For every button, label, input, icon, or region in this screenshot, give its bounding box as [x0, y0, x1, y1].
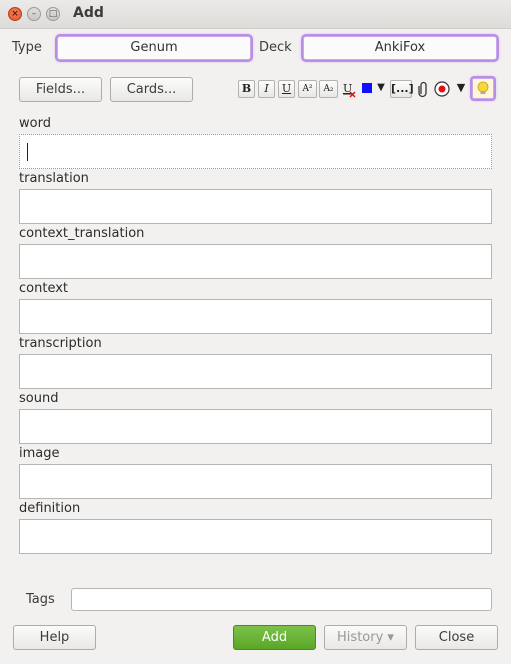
record-icon: [434, 81, 450, 97]
field-label-word: word: [19, 116, 51, 131]
more-options-arrow[interactable]: ▼: [454, 80, 468, 98]
text-color-swatch: [362, 83, 372, 93]
field-label-context-translation: context_translation: [19, 226, 145, 241]
field-definition-input[interactable]: [19, 519, 492, 554]
italic-button[interactable]: I: [258, 80, 275, 98]
attach-button[interactable]: [414, 80, 432, 98]
clear-formatting-button[interactable]: U: [340, 80, 358, 98]
cloze-button[interactable]: [...]: [390, 80, 414, 98]
hint-button[interactable]: [472, 78, 494, 99]
fields-button[interactable]: Fields...: [19, 77, 102, 102]
field-translation-input[interactable]: [19, 189, 492, 224]
field-label-sound: sound: [19, 391, 59, 406]
field-label-translation: translation: [19, 171, 89, 186]
text-caret: [27, 143, 28, 161]
field-label-transcription: transcription: [19, 336, 102, 351]
deck-label: Deck: [259, 40, 292, 55]
tags-label: Tags: [26, 592, 55, 607]
superscript-button[interactable]: A²: [298, 80, 317, 98]
help-button[interactable]: Help: [13, 625, 96, 650]
lightbulb-icon: [477, 81, 489, 94]
field-word-input[interactable]: [19, 134, 492, 169]
color-dropdown-arrow[interactable]: ▼: [375, 80, 387, 98]
paperclip-icon: [418, 81, 427, 98]
field-label-definition: definition: [19, 501, 81, 516]
field-label-context: context: [19, 281, 68, 296]
title-bar: × – □ Add: [0, 0, 511, 29]
window-maximize-button[interactable]: □: [46, 7, 60, 21]
field-context-translation-input[interactable]: [19, 244, 492, 279]
clear-formatting-icon: U: [343, 82, 356, 98]
cards-button[interactable]: Cards...: [110, 77, 193, 102]
add-button[interactable]: Add: [233, 625, 316, 650]
window-close-button[interactable]: ×: [8, 7, 22, 21]
field-context-input[interactable]: [19, 299, 492, 334]
history-button[interactable]: History ▾: [324, 625, 407, 650]
field-label-image: image: [19, 446, 60, 461]
underline-button[interactable]: U: [278, 80, 295, 98]
field-transcription-input[interactable]: [19, 354, 492, 389]
field-image-input[interactable]: [19, 464, 492, 499]
bold-button[interactable]: B: [238, 80, 255, 98]
record-audio-button[interactable]: [433, 80, 451, 98]
deck-chooser[interactable]: AnkiFox: [303, 36, 497, 60]
window-title: Add: [73, 5, 104, 21]
field-sound-input[interactable]: [19, 409, 492, 444]
type-label: Type: [12, 40, 42, 55]
text-color-button[interactable]: [360, 80, 374, 98]
tags-input[interactable]: [71, 588, 492, 611]
window-minimize-button[interactable]: –: [27, 7, 41, 21]
note-type-chooser[interactable]: Genum: [57, 36, 251, 60]
subscript-button[interactable]: A₂: [319, 80, 338, 98]
close-button[interactable]: Close: [415, 625, 498, 650]
